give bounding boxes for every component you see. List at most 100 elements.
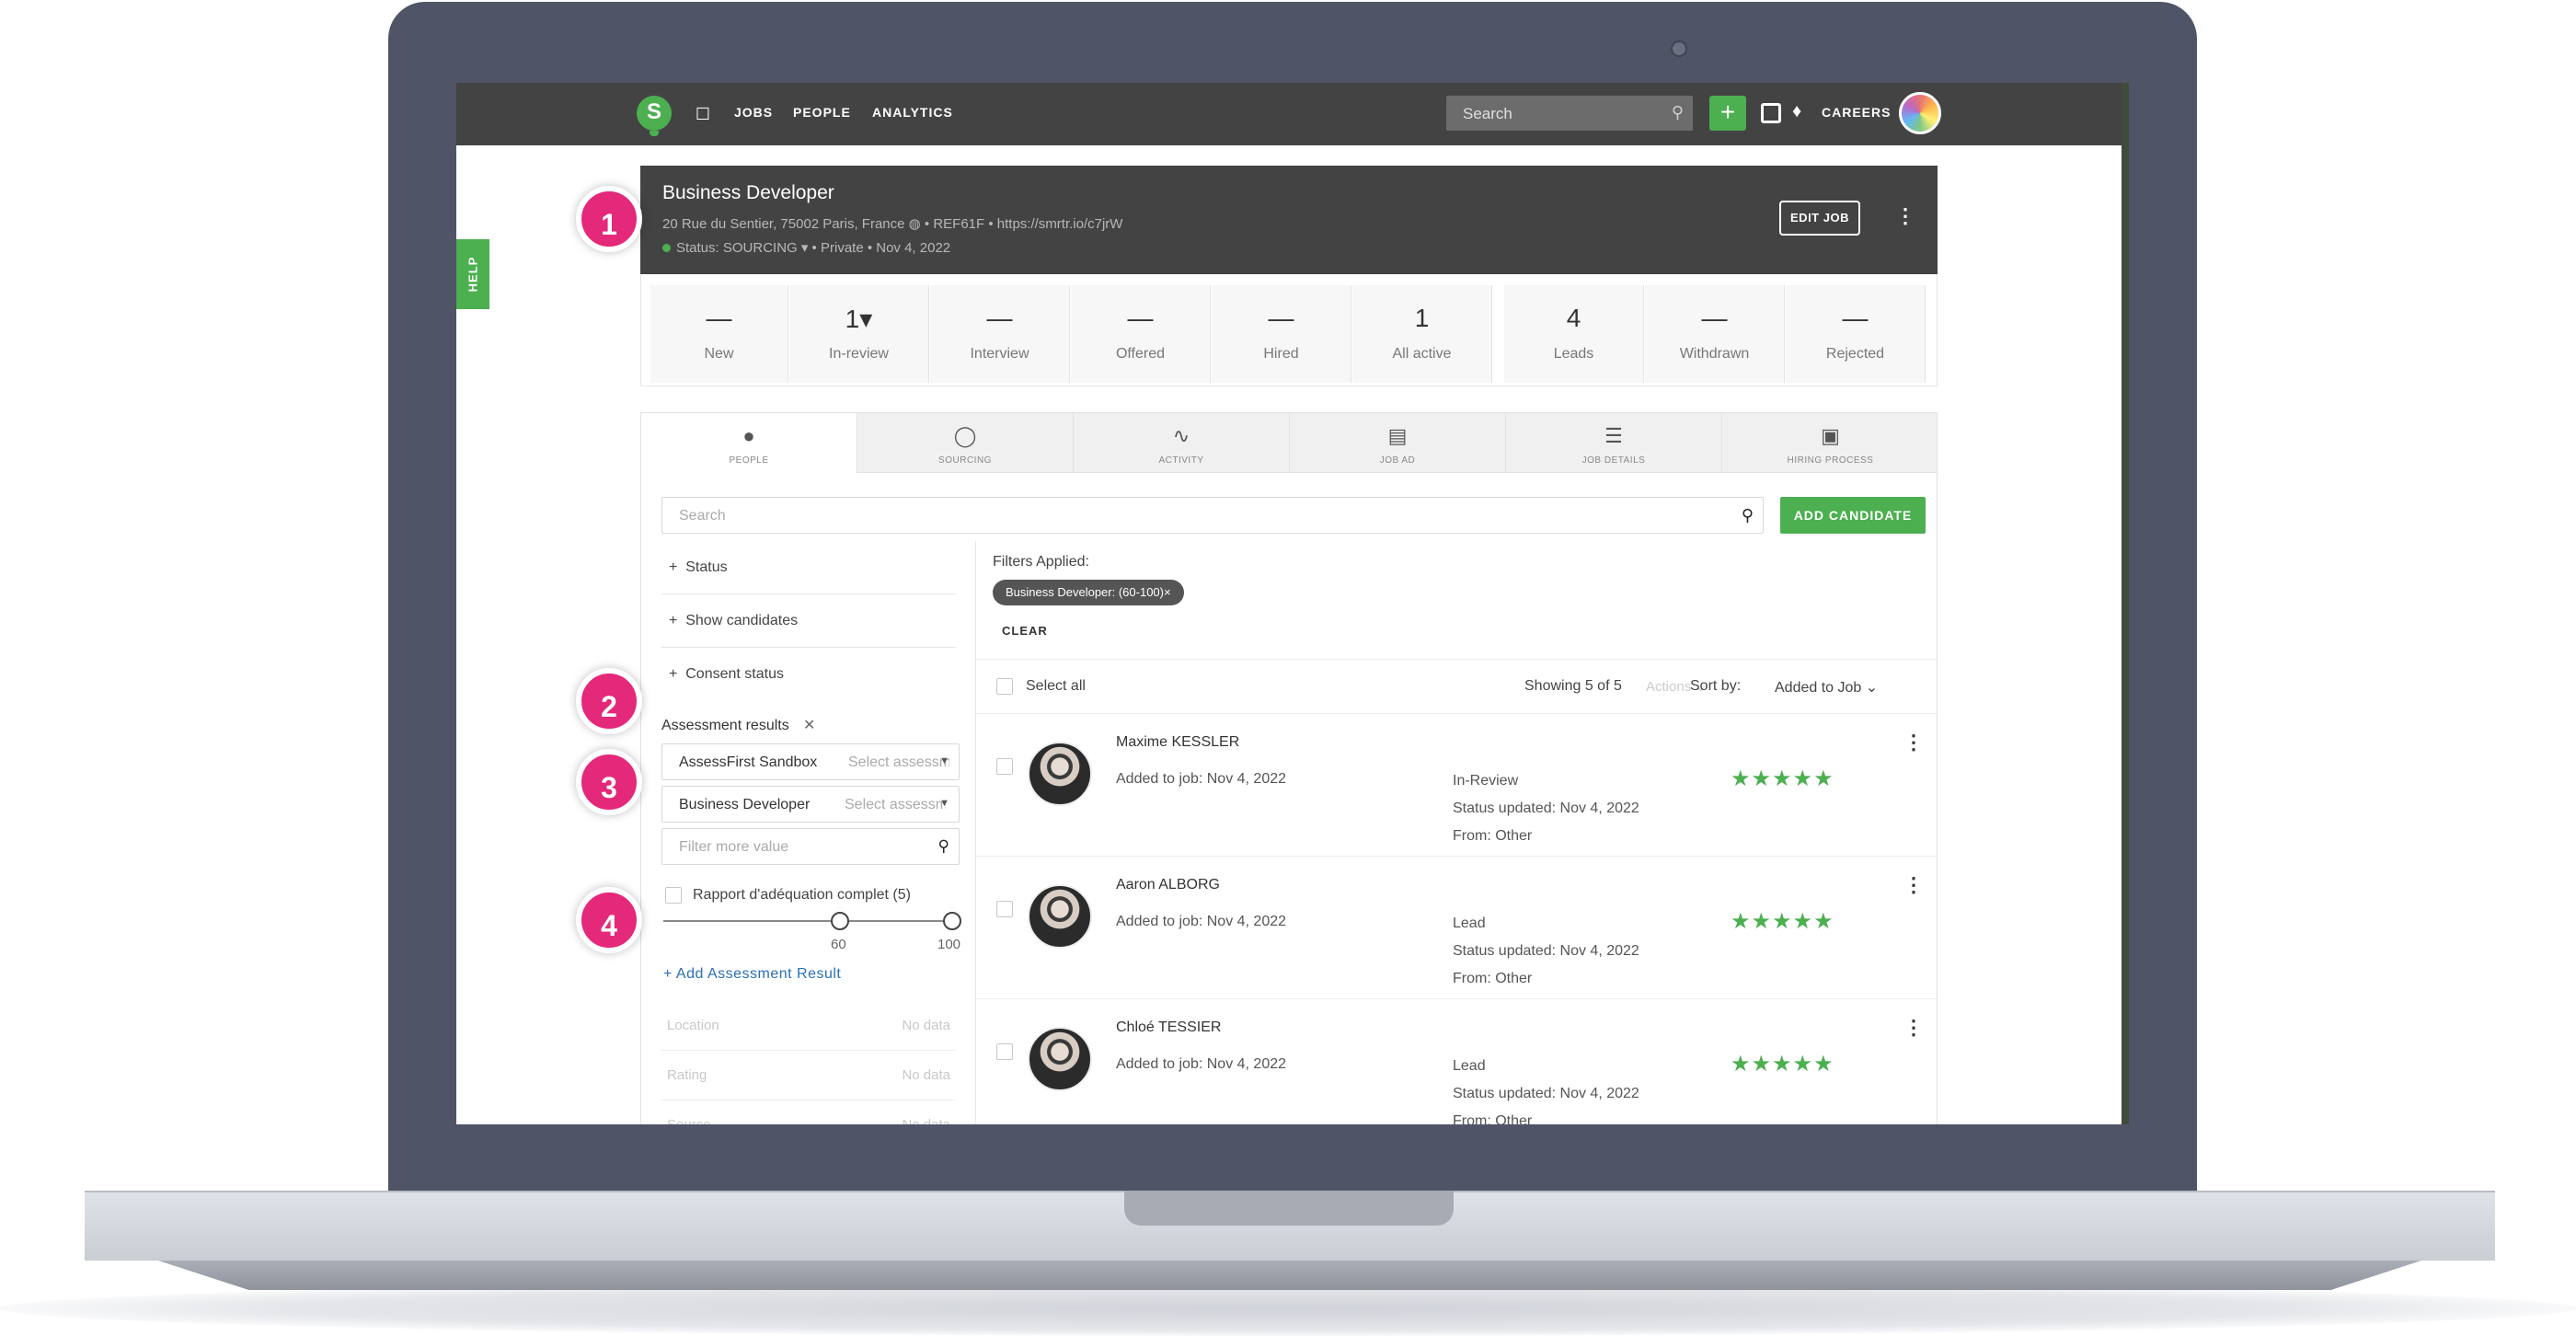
sort-dropdown[interactable]: Added to Job ⌄ [1775,678,1878,697]
range-max-handle[interactable] [943,912,961,930]
callout-badge-3: 3 [576,749,642,815]
nav-people[interactable]: PEOPLE [793,105,851,120]
job-status-text: Status: SOURCING ▾ • Private • Nov 4, 20… [676,240,951,256]
rapport-checkbox[interactable] [665,887,682,904]
help-tab[interactable]: HELP [456,239,489,309]
search-icon: ⚲ [1671,103,1684,121]
stat-value: 1 [1414,304,1430,332]
tab-sourcing[interactable]: ◯ SOURCING [857,413,1074,474]
stat-new[interactable]: — New [650,285,788,383]
select-all-checkbox[interactable] [996,678,1013,695]
star-rating[interactable]: ★★★★★ [1731,1051,1834,1077]
stat-leads[interactable]: 4 Leads [1504,285,1644,383]
select-all-label: Select all [1026,678,1086,694]
remove-assessment-icon[interactable]: ✕ [803,716,815,734]
stat-value: 1▾ [845,305,873,333]
add-candidate-button[interactable]: ADD CANDIDATE [1780,497,1926,534]
stat-interview[interactable]: — Interview [930,285,1070,383]
careers-link[interactable]: CAREERS [1822,105,1891,120]
filter-consent-status[interactable]: + Consent status [661,648,956,701]
job-tabs: ● PEOPLE ◯ SOURCING ∿ ACTIVITY ▤ JOB AD ☰ JOB… [640,412,1938,475]
kebab-menu-icon[interactable]: ⋮ [1903,1016,1924,1040]
bell-icon[interactable]: ♦ [1792,101,1801,122]
candidate-added-date: Added to job: Nov 4, 2022 [1116,1056,1287,1072]
filter-show-candidates[interactable]: + Show candidates [661,594,956,648]
help-label: HELP [466,256,480,293]
clear-filters-button[interactable]: CLEAR [1002,624,1048,638]
candidate-status-updated: Status updated: Nov 4, 2022 [1453,800,1639,816]
filter-source[interactable]: Source No data [661,1100,956,1124]
nav-jobs[interactable]: JOBS [734,105,773,120]
kebab-menu-icon[interactable]: ⋮ [1895,204,1915,228]
stat-label: Offered [1115,346,1166,362]
candidate-row[interactable]: Maxime KESSLER Added to job: Nov 4, 2022… [976,714,1938,857]
candidate-search-input[interactable]: Search ⚲ [661,497,1764,534]
filter-value: No data [902,1067,950,1083]
candidate-name[interactable]: Maxime KESSLER [1116,734,1239,751]
user-avatar[interactable] [1899,92,1941,134]
stat-value: — [706,304,732,332]
stat-rejected[interactable]: — Rejected [1786,285,1926,383]
top-navbar: S ☐ JOBS PEOPLE ANALYTICS Search ⚲ + ♦ C… [456,83,2122,145]
candidate-row[interactable]: Aaron ALBORG Added to job: Nov 4, 2022 L… [976,857,1938,999]
tab-people[interactable]: ● PEOPLE [641,413,857,475]
candidate-name[interactable]: Aaron ALBORG [1116,877,1220,893]
list-toolbar: Select all Showing 5 of 5 Actions ⌄ Sort… [976,659,1938,714]
camera-icon [1671,40,1687,57]
assessment-job-select[interactable]: Business Developer Select assessment ▼ [661,786,960,823]
sliders-icon: ☰ [1604,424,1623,447]
tab-job-details[interactable]: ☰ JOB DETAILS [1506,413,1722,474]
bookmark-icon[interactable]: ☐ [690,101,716,127]
candidate-checkbox[interactable] [996,901,1013,917]
job-status-line[interactable]: Status: SOURCING ▾ • Private • Nov 4, 20… [662,239,950,256]
select-value: AssessFirst Sandbox [679,754,818,770]
laptop-notch [1124,1191,1454,1226]
filter-more-value-input[interactable]: Filter more value ⚲ [661,828,960,865]
stat-offered[interactable]: — Offered [1071,285,1211,383]
filters-applied-label: Filters Applied: [993,554,1089,570]
applied-filter-chip[interactable]: Business Developer: (60-100)× [993,580,1184,605]
nav-analytics[interactable]: ANALYTICS [872,105,953,120]
edit-job-button[interactable]: EDIT JOB [1779,201,1860,236]
id-card-icon: ▣ [1821,424,1840,447]
range-min-handle[interactable] [831,912,849,930]
candidate-row[interactable]: Chloé TESSIER Added to job: Nov 4, 2022 … [976,999,1938,1124]
candidate-checkbox[interactable] [996,758,1013,775]
inbox-icon[interactable] [1761,103,1781,123]
select-placeholder: Select assessment [845,797,946,812]
stat-all-active[interactable]: 1 All active [1352,285,1492,383]
kebab-menu-icon[interactable]: ⋮ [1903,731,1924,754]
tab-hiring-process[interactable]: ▣ HIRING PROCESS [1722,413,1938,474]
filter-status[interactable]: + Status [661,541,956,594]
job-title: Business Developer [662,182,834,203]
filter-rating[interactable]: Rating No data [661,1051,956,1100]
app-screen: S ☐ JOBS PEOPLE ANALYTICS Search ⚲ + ♦ C… [456,83,2122,1124]
candidate-name[interactable]: Chloé TESSIER [1116,1019,1221,1036]
candidate-checkbox[interactable] [996,1043,1013,1060]
filter-location[interactable]: Location No data [661,1001,956,1051]
stat-hired[interactable]: — Hired [1212,285,1351,383]
create-plus-button[interactable]: + [1709,96,1746,131]
tab-activity[interactable]: ∿ ACTIVITY [1074,413,1290,474]
star-rating[interactable]: ★★★★★ [1731,908,1834,935]
candidate-avatar [1028,1027,1092,1091]
status-dot-icon [662,244,671,252]
score-range-slider[interactable] [663,920,954,922]
assessment-provider-select[interactable]: AssessFirst Sandbox Select assessment ▼ [661,743,960,780]
laptop-mockup: S ☐ JOBS PEOPLE ANALYTICS Search ⚲ + ♦ C… [0,0,2576,1336]
stat-in-review[interactable]: 1▾ In-review [789,285,929,383]
caret-down-icon: ▼ [939,755,949,766]
candidate-stage: Lead [1453,1058,1486,1074]
tab-label: JOB DETAILS [1581,455,1646,466]
tab-label: PEOPLE [729,455,769,466]
search-icon: ⚲ [1741,506,1754,524]
smartrecruiters-logo[interactable]: S [637,96,672,136]
tab-job-ad[interactable]: ▤ JOB AD [1290,413,1506,474]
stat-label: New [704,346,734,362]
kebab-menu-icon[interactable]: ⋮ [1903,873,1924,897]
stat-withdrawn[interactable]: — Withdrawn [1645,285,1785,383]
star-rating[interactable]: ★★★★★ [1731,766,1834,792]
tab-label: ACTIVITY [1158,455,1204,466]
global-search-input[interactable]: Search ⚲ [1446,96,1693,131]
add-assessment-result-link[interactable]: + Add Assessment Result [663,966,841,983]
